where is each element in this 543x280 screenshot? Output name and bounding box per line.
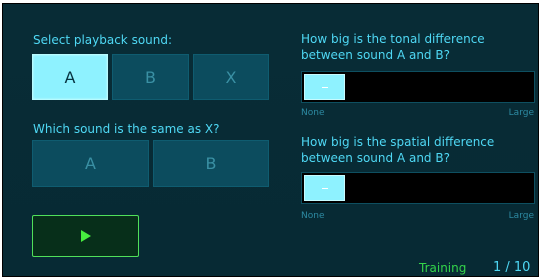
trial-counter: 1 / 10 xyxy=(493,260,531,275)
spatial-max-label: Large xyxy=(508,211,534,221)
play-button[interactable] xyxy=(32,215,139,257)
playback-title: Select playback sound: xyxy=(33,33,173,47)
answer-a-button[interactable]: A xyxy=(32,140,149,187)
tonal-slider-thumb[interactable] xyxy=(304,74,345,100)
same-question-title: Which sound is the same as X? xyxy=(33,122,220,136)
tonal-max-label: Large xyxy=(508,108,534,118)
spatial-slider[interactable] xyxy=(301,172,535,204)
answer-b-button[interactable]: B xyxy=(153,140,269,187)
play-icon xyxy=(80,230,91,242)
play-sound-a-button[interactable]: A xyxy=(32,54,108,100)
slider-grip-icon xyxy=(321,87,328,88)
tonal-slider[interactable] xyxy=(301,71,535,103)
tonal-question: How big is the tonal difference between … xyxy=(301,32,485,62)
play-sound-b-button[interactable]: B xyxy=(112,54,189,100)
tonal-min-label: None xyxy=(301,108,325,118)
play-sound-x-button[interactable]: X xyxy=(193,54,269,100)
mode-status: Training xyxy=(419,261,467,275)
spatial-min-label: None xyxy=(301,211,325,221)
spatial-question: How big is the spatial difference betwee… xyxy=(301,135,495,165)
slider-grip-icon xyxy=(321,188,328,189)
listening-test-window: Select playback sound: A B X Which sound… xyxy=(2,3,539,277)
spatial-slider-thumb[interactable] xyxy=(304,175,345,201)
